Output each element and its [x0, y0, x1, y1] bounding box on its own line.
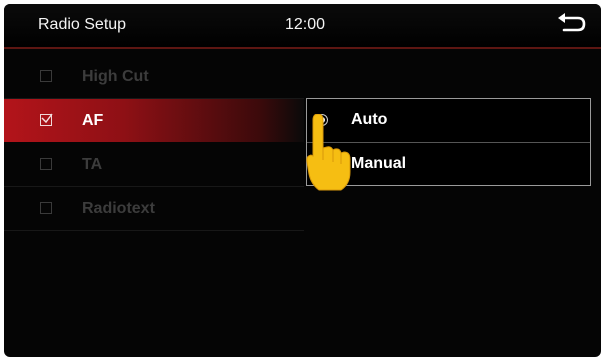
checkbox[interactable]	[40, 202, 52, 214]
clock: 12:00	[285, 16, 326, 33]
radio-setup-screen: Radio Setup 12:00 High Cut AF TA Radiote…	[4, 4, 601, 357]
checkmark-icon	[41, 113, 53, 124]
option-row-af[interactable]: AF	[4, 99, 304, 142]
checkbox[interactable]	[40, 70, 52, 82]
radio-button[interactable]	[316, 114, 328, 126]
option-label: AF	[82, 112, 104, 129]
popup-option-label: Auto	[351, 111, 388, 128]
popup-option-label: Manual	[351, 155, 407, 172]
af-mode-popup: Auto Manual	[306, 98, 591, 186]
option-row-high-cut[interactable]: High Cut	[4, 55, 304, 99]
option-label: High Cut	[82, 68, 149, 85]
page-title: Radio Setup	[38, 16, 127, 33]
back-button[interactable]	[550, 12, 590, 38]
checkbox[interactable]	[40, 113, 53, 126]
option-row-ta[interactable]: TA	[4, 143, 304, 187]
option-row-radiotext[interactable]: Radiotext	[4, 187, 304, 231]
option-label: TA	[82, 156, 103, 173]
header-bar: Radio Setup 12:00	[4, 4, 601, 49]
popup-option-manual[interactable]: Manual	[307, 143, 590, 186]
back-arrow-icon	[558, 13, 586, 32]
radio-button[interactable]	[316, 158, 328, 170]
popup-option-auto[interactable]: Auto	[307, 99, 590, 143]
checkbox[interactable]	[40, 158, 52, 170]
option-label: Radiotext	[82, 200, 155, 217]
